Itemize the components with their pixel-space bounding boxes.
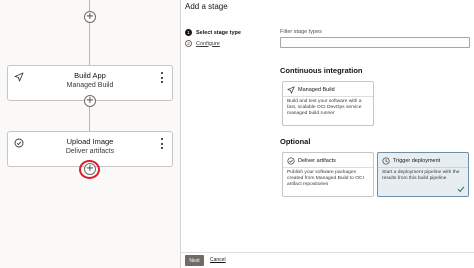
card-header: Deliver artifacts <box>287 156 369 166</box>
stage-subtitle: Managed Build <box>66 82 114 89</box>
card-divider <box>283 167 373 168</box>
stage-title: Upload Image <box>66 137 114 146</box>
clock-icon <box>382 157 390 165</box>
stage-menu-icon[interactable] <box>160 72 164 83</box>
connector-line <box>89 0 90 11</box>
filter-label: Filter stage types <box>280 29 322 35</box>
add-stage-panel: Add a stage 1 Select stage type 2 Config… <box>181 0 474 268</box>
card-title: Deliver artifacts <box>298 158 336 164</box>
card-title: Trigger deployment <box>393 158 441 164</box>
stage-menu-icon[interactable] <box>160 138 164 149</box>
card-header: Managed Build <box>287 85 369 95</box>
step-configure[interactable]: 2 Configure <box>185 40 220 47</box>
card-divider <box>378 167 468 168</box>
cancel-link[interactable]: Cancel <box>210 257 226 263</box>
step-number: 2 <box>185 40 192 47</box>
card-description: Publish your software packages created f… <box>287 170 364 187</box>
stage-subtitle: Deliver artifacts <box>65 148 115 155</box>
step-number: 1 <box>185 29 192 36</box>
panel-title: Add a stage <box>185 2 228 11</box>
send-icon <box>287 86 295 94</box>
card-description: Build and test your software with a fast… <box>287 99 362 116</box>
stage-type-deliver-artifacts[interactable]: Deliver artifacts Publish your software … <box>282 152 374 197</box>
filter-input[interactable] <box>280 37 470 48</box>
selected-check-icon <box>457 186 465 193</box>
connector-line <box>89 23 90 65</box>
step-select-stage-type: 1 Select stage type <box>185 29 241 36</box>
card-description: Start a deployment pipeline with the res… <box>382 170 460 181</box>
step-label[interactable]: Configure <box>196 41 220 47</box>
card-header: Trigger deployment <box>382 156 464 166</box>
highlight-circle <box>79 160 100 179</box>
card-divider <box>283 96 373 97</box>
stage-type-trigger-deployment[interactable]: Trigger deployment Start a deployment pi… <box>377 152 469 197</box>
section-title-optional: Optional <box>280 137 311 146</box>
connector-line <box>89 107 90 131</box>
card-title: Managed Build <box>298 87 335 93</box>
stage-type-managed-build[interactable]: Managed Build Build and test your softwa… <box>282 81 374 126</box>
add-stage-top-icon[interactable]: + <box>84 11 96 23</box>
section-title-continuous-integration: Continuous integration <box>280 66 363 75</box>
step-label: Select stage type <box>196 29 241 36</box>
footer-divider <box>181 252 474 253</box>
stage-title: Build App <box>74 71 106 80</box>
next-button[interactable]: Next <box>185 255 204 266</box>
check-circle-icon <box>287 157 295 165</box>
add-stage-middle-icon[interactable]: + <box>84 95 96 107</box>
pipeline-canvas: + Build App Managed Build + Upload Image… <box>0 0 181 268</box>
